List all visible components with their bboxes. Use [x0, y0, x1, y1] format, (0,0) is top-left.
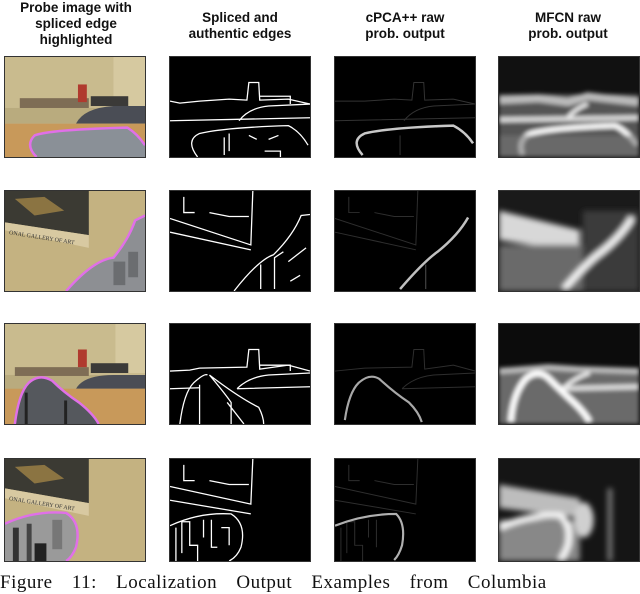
mfcn-output-row4 — [498, 458, 640, 562]
mfcn-output-row2 — [498, 190, 640, 292]
header-line: prob. output — [365, 26, 445, 41]
edge-map-row1 — [169, 56, 311, 158]
edge-map-row2 — [169, 190, 311, 292]
column-header-edges: Spliced and authentic edges — [160, 10, 320, 42]
cpca-output-row4 — [334, 458, 476, 562]
mfcn-output-row1 — [498, 56, 640, 158]
header-line: highlighted — [39, 32, 113, 47]
column-header-mfcn: MFCN raw prob. output — [488, 10, 640, 42]
header-line: spliced edge — [35, 16, 117, 31]
cpca-output-row3 — [334, 323, 476, 425]
column-header-probe: Probe image with spliced edge highlighte… — [0, 0, 152, 48]
header-line: Spliced and — [202, 10, 278, 25]
edge-map-row4 — [169, 458, 311, 562]
probe-image-row2: ONAL GALLERY OF ART — [4, 190, 146, 292]
probe-image-row1 — [4, 56, 146, 158]
header-line: Probe image with — [20, 0, 132, 15]
cpca-output-row1 — [334, 56, 476, 158]
header-line: MFCN raw — [534, 10, 601, 25]
edge-map-row3 — [169, 323, 311, 425]
figure-caption: Figure 11: Localization Output Examples … — [0, 572, 547, 593]
header-line: prob. output — [528, 26, 608, 41]
mfcn-output-row3 — [498, 323, 640, 425]
column-header-cpca: cPCA++ raw prob. output — [325, 10, 485, 42]
cpca-output-row2 — [334, 190, 476, 292]
header-line: authentic edges — [188, 26, 292, 41]
header-line: cPCA++ raw — [365, 10, 445, 25]
probe-image-row3 — [4, 323, 146, 425]
probe-image-row4: ONAL GALLERY OF ART — [4, 458, 146, 562]
